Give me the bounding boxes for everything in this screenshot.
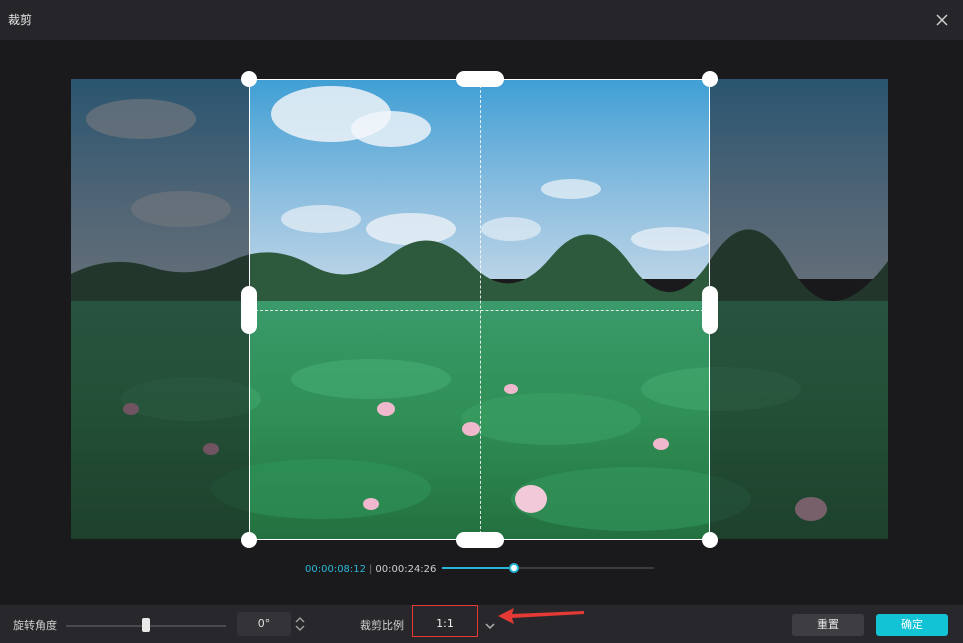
crop-ratio-label: 裁剪比例 <box>360 619 404 632</box>
title-bar: 裁剪 <box>0 0 963 40</box>
crop-mask-left <box>71 79 249 539</box>
total-time: 00:00:24:26 <box>375 563 437 575</box>
crop-handle-bottom-left[interactable] <box>241 532 257 548</box>
red-arrow-annotation-icon <box>498 608 584 624</box>
chevron-down-icon <box>485 623 495 630</box>
crop-guide-horizontal <box>250 310 709 311</box>
confirm-button[interactable]: 确定 <box>876 614 948 636</box>
playback-time: 00:00:08:12 | 00:00:24:26 <box>305 562 436 576</box>
bottom-toolbar: 旋转角度 0° 裁剪比例 1:1 重置 确定 <box>0 605 963 643</box>
crop-mask-right <box>710 79 888 539</box>
crop-handle-bottom[interactable] <box>456 532 504 548</box>
rotation-angle-stepper[interactable] <box>293 614 307 634</box>
rotation-label: 旋转角度 <box>13 619 57 632</box>
close-icon <box>936 14 948 26</box>
crop-handle-top[interactable] <box>456 71 504 87</box>
crop-handle-top-left[interactable] <box>241 71 257 87</box>
rotation-slider-knob[interactable] <box>142 618 150 632</box>
close-button[interactable] <box>933 11 951 29</box>
playback-progress-fill <box>442 567 515 569</box>
crop-ratio-dropdown[interactable] <box>484 617 496 630</box>
crop-handle-bottom-right[interactable] <box>702 532 718 548</box>
crop-ratio-select[interactable]: 1:1 <box>412 605 478 637</box>
crop-handle-left[interactable] <box>241 286 257 334</box>
crop-handle-top-right[interactable] <box>702 71 718 87</box>
up-down-stepper-icon <box>295 616 305 632</box>
crop-handle-right[interactable] <box>702 286 718 334</box>
current-time: 00:00:08:12 <box>305 563 367 575</box>
window-title: 裁剪 <box>8 13 33 27</box>
reset-button[interactable]: 重置 <box>792 614 864 636</box>
annotation-arrow <box>496 605 586 625</box>
rotation-angle-input[interactable]: 0° <box>237 612 291 636</box>
playback-progress-track[interactable] <box>442 563 654 573</box>
time-separator: | <box>369 563 373 575</box>
crop-frame[interactable] <box>249 79 710 540</box>
rotation-slider[interactable] <box>66 618 226 632</box>
